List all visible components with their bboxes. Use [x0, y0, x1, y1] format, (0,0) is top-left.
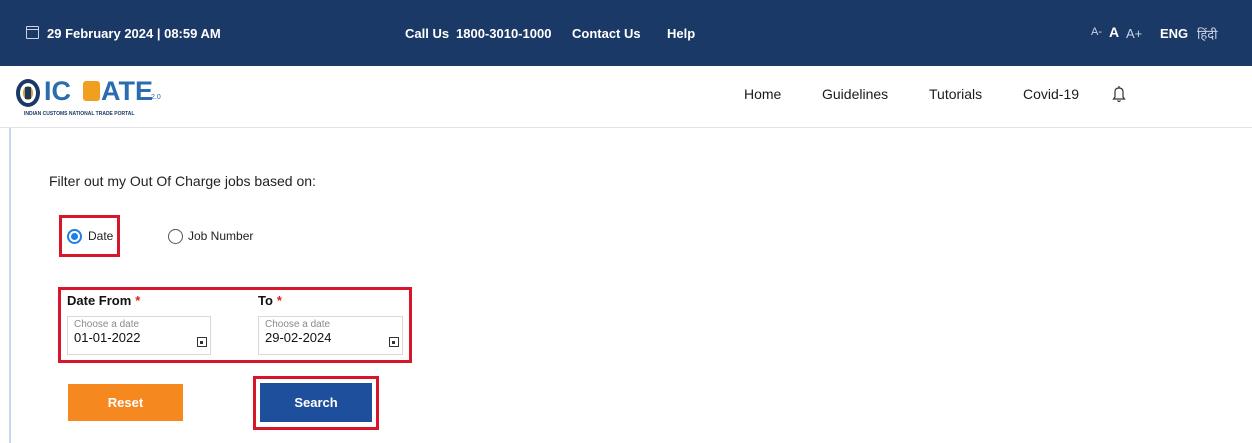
- job-number-radio[interactable]: [168, 229, 183, 244]
- language-hindi[interactable]: हिंदी: [1197, 25, 1218, 43]
- date-to-calendar-icon[interactable]: [389, 337, 399, 347]
- calendar-icon: [26, 26, 39, 39]
- date-radio-label[interactable]: Date: [88, 229, 113, 243]
- nav-tutorials[interactable]: Tutorials: [929, 86, 982, 102]
- date-from-field[interactable]: Choose a date 01-01-2022: [67, 316, 211, 355]
- help-link[interactable]: Help: [667, 26, 695, 41]
- logo-text-ic: IC: [44, 76, 71, 106]
- call-us-label: Call Us: [405, 26, 450, 41]
- date-to-placeholder: Choose a date: [265, 319, 331, 330]
- icegate-logo[interactable]: IC ATE 2.0 INDIAN CUSTOMS NATIONAL TRADE…: [12, 70, 182, 120]
- logo-text-ate: ATE: [101, 76, 153, 106]
- font-increase-button[interactable]: A+: [1126, 26, 1142, 41]
- current-datetime: 29 February 2024 | 08:59 AM: [47, 26, 221, 41]
- font-normal-button[interactable]: A: [1109, 24, 1119, 40]
- font-decrease-button[interactable]: A-: [1091, 26, 1102, 38]
- date-from-value[interactable]: 01-01-2022: [74, 330, 141, 345]
- date-from-placeholder: Choose a date: [74, 319, 140, 330]
- contact-us-link[interactable]: Contact Us: [572, 26, 641, 41]
- required-marker: *: [135, 293, 141, 308]
- nav-guidelines[interactable]: Guidelines: [822, 86, 888, 102]
- required-marker: *: [276, 293, 282, 308]
- logo-version: 2.0: [151, 94, 161, 101]
- date-from-calendar-icon[interactable]: [197, 337, 207, 347]
- language-eng[interactable]: ENG: [1160, 26, 1188, 41]
- date-radio[interactable]: [67, 229, 82, 244]
- content-left-border: [9, 128, 11, 443]
- date-to-label: To *: [258, 293, 282, 308]
- date-to-value[interactable]: 29-02-2024: [265, 330, 332, 345]
- nav-home[interactable]: Home: [744, 86, 781, 102]
- nav-covid-19[interactable]: Covid-19: [1023, 86, 1079, 102]
- reset-button[interactable]: Reset: [68, 384, 183, 421]
- logo-tagline: INDIAN CUSTOMS NATIONAL TRADE PORTAL: [24, 111, 135, 117]
- filter-title: Filter out my Out Of Charge jobs based o…: [49, 173, 316, 189]
- emblem-icon: [16, 79, 40, 107]
- logo-gear-mark: [83, 81, 100, 101]
- date-from-label: Date From *: [67, 293, 141, 308]
- job-number-radio-label[interactable]: Job Number: [188, 229, 253, 243]
- date-to-field[interactable]: Choose a date 29-02-2024: [258, 316, 403, 355]
- search-button[interactable]: Search: [260, 383, 372, 422]
- top-bar: 29 February 2024 | 08:59 AM Call Us 1800…: [0, 0, 1252, 66]
- call-us-number[interactable]: 1800-3010-1000: [456, 26, 551, 41]
- bell-icon[interactable]: [1112, 85, 1126, 103]
